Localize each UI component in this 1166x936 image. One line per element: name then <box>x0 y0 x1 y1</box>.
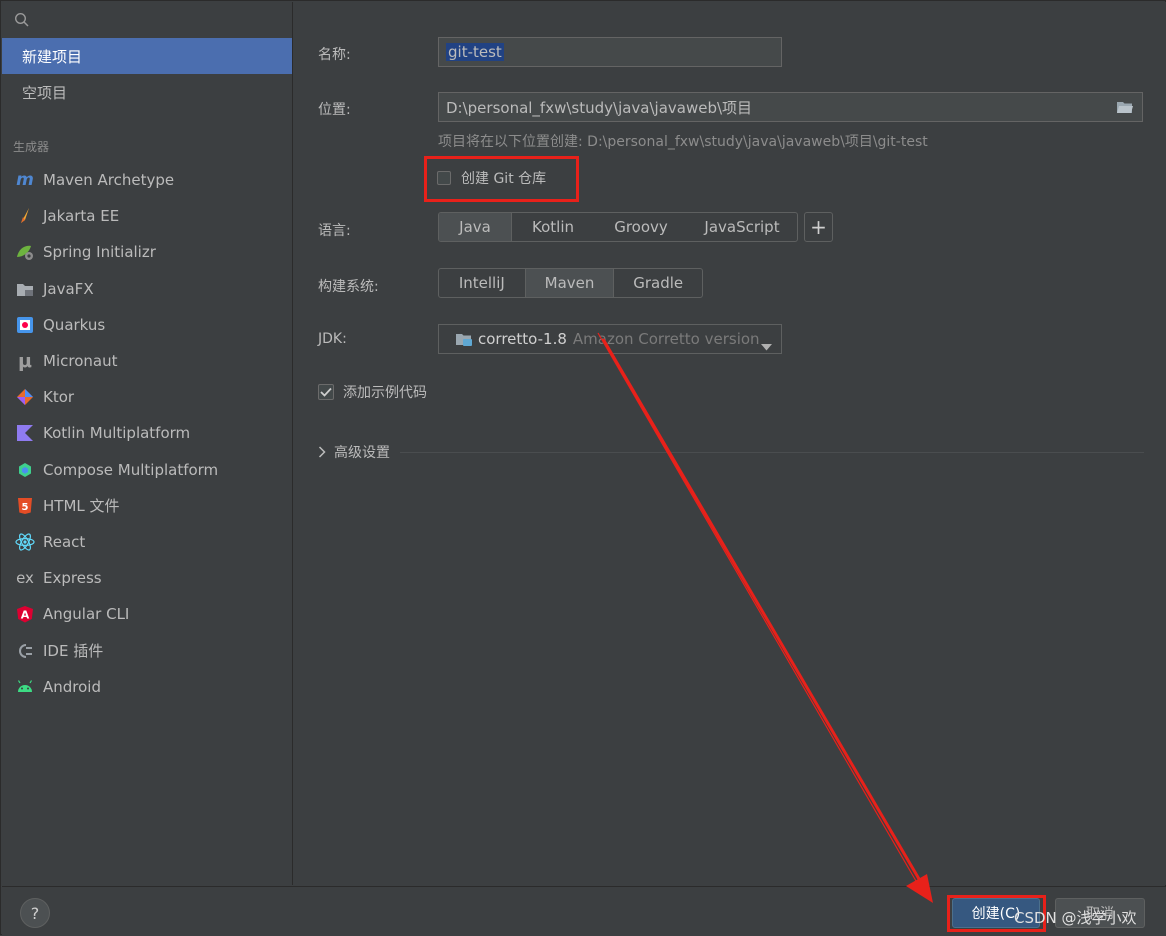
watermark: CSDN @浅学小欢 <box>1014 909 1137 927</box>
annotation-arrow <box>597 332 933 903</box>
new-project-dialog: 新建项目 空项目 生成器 m Maven Archetype Jakarta E… <box>0 0 1166 936</box>
